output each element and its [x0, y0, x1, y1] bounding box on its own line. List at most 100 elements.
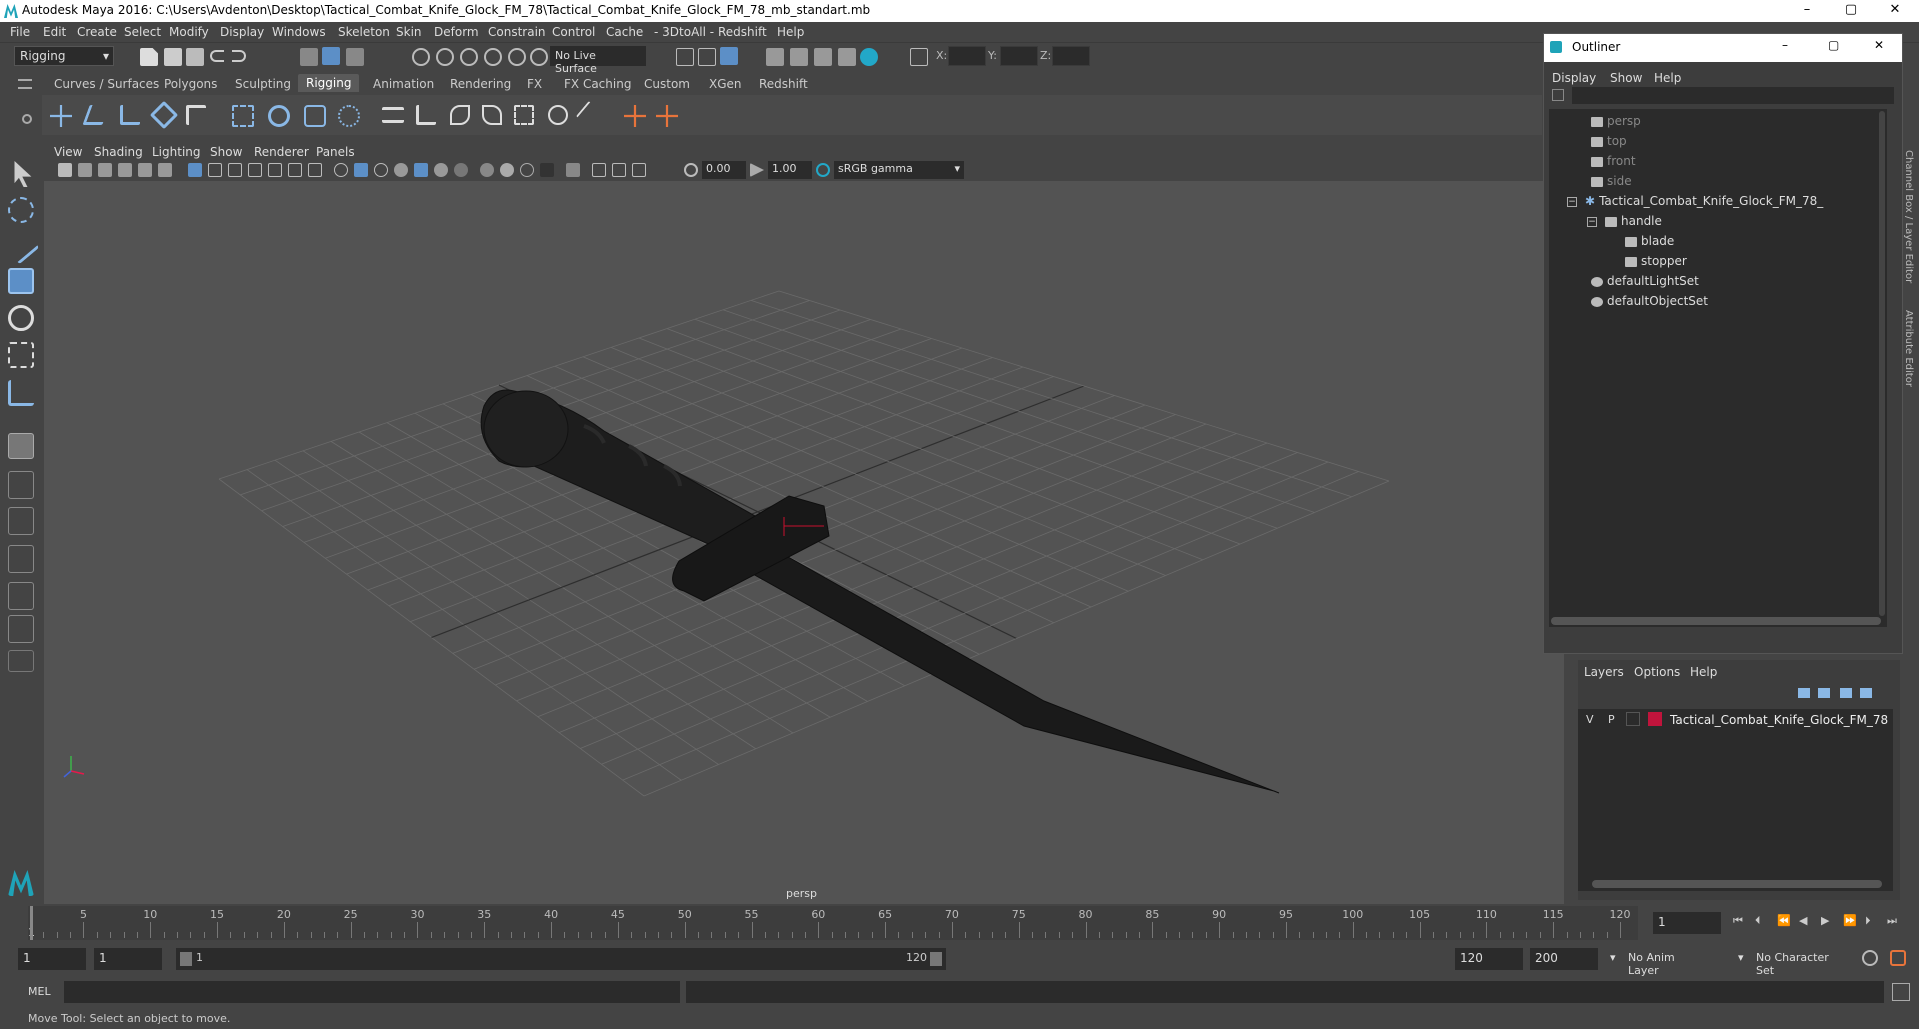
outliner-item-stopper[interactable]: stopper — [1625, 254, 1687, 272]
snap-grid-icon[interactable] — [412, 48, 430, 66]
transform-mode-icon[interactable] — [910, 48, 928, 66]
xray-joints-icon[interactable] — [592, 163, 606, 177]
outliner-item-knife-group[interactable]: − ✱ Tactical_Combat_Knife_Glock_FM_78_ — [1567, 194, 1823, 212]
layer-row[interactable]: V P Tactical_Combat_Knife_Glock_FM_78 — [1578, 709, 1893, 729]
outliner-item-default-object-set[interactable]: defaultObjectSet — [1591, 294, 1708, 312]
go-to-start-icon[interactable]: ⏮ — [1733, 914, 1743, 928]
backface-culling-icon[interactable] — [632, 163, 646, 177]
knife-pommel[interactable] — [483, 390, 569, 468]
orient-constraint-icon[interactable] — [482, 105, 502, 125]
time-slider[interactable]: 1 51015202530354045505560657075808590951… — [28, 906, 1638, 940]
gate-mask-icon[interactable] — [248, 163, 262, 177]
layout-stack-icon[interactable] — [8, 582, 34, 610]
new-layer-selected-icon[interactable] — [1860, 688, 1872, 698]
layers-scrollbar[interactable] — [1592, 880, 1882, 888]
outliner-menu-display[interactable]: Display — [1552, 71, 1596, 85]
redo-icon[interactable] — [232, 50, 246, 62]
menu-redshift[interactable]: Redshift — [718, 25, 767, 39]
anti-aliasing-icon[interactable] — [520, 163, 534, 177]
outliner-item-persp[interactable]: persp — [1591, 114, 1641, 132]
menu-help[interactable]: Help — [777, 25, 804, 39]
pole-vector-icon[interactable] — [575, 100, 605, 130]
ik-spline-icon[interactable] — [120, 105, 140, 125]
outliner-menu-help[interactable]: Help — [1654, 71, 1681, 85]
output-ops-icon[interactable] — [698, 48, 716, 66]
exposure-field[interactable]: 0.00 — [702, 161, 746, 179]
freeze-transform-icon[interactable] — [656, 105, 678, 127]
go-to-end-icon[interactable]: ⏭ — [1887, 914, 1897, 928]
current-time-indicator[interactable] — [30, 906, 33, 940]
point-constraint-icon[interactable] — [416, 105, 436, 125]
grease-pencil-icon[interactable] — [158, 163, 172, 177]
move-tool-icon[interactable] — [8, 268, 34, 294]
knife-model[interactable] — [480, 389, 1280, 794]
image-plane-icon[interactable] — [118, 163, 132, 177]
step-back-frame-icon[interactable]: ⏪ — [1777, 914, 1791, 927]
menu-file[interactable]: File — [10, 25, 30, 39]
menu-skin[interactable]: Skin — [396, 25, 422, 39]
layout-four-icon[interactable] — [8, 507, 34, 535]
ipr-render-icon[interactable] — [814, 48, 832, 66]
film-gate-icon[interactable] — [208, 163, 222, 177]
outliner-search-input[interactable] — [1572, 87, 1894, 104]
tab-fx[interactable]: FX — [527, 77, 542, 91]
2d-pan-icon[interactable] — [138, 163, 152, 177]
default-material-icon[interactable] — [374, 163, 388, 177]
shelf-menu-icon[interactable] — [18, 79, 32, 89]
ik-handle-icon[interactable] — [82, 105, 110, 125]
undo-icon[interactable] — [210, 50, 224, 62]
vertical-scrollbar[interactable] — [1879, 111, 1885, 616]
menu-constrain[interactable]: Constrain — [488, 25, 546, 39]
menu-skeleton[interactable]: Skeleton — [338, 25, 390, 39]
menu-display[interactable]: Display — [220, 25, 264, 39]
aim-constraint-icon[interactable] — [450, 105, 470, 125]
menu-control[interactable]: Control — [552, 25, 595, 39]
step-forward-frame-icon[interactable]: ⏩ — [1843, 914, 1857, 927]
color-space-select[interactable]: sRGB gamma ▾ — [834, 161, 964, 179]
layout-side-icon[interactable] — [8, 545, 34, 573]
motion-blur-icon[interactable] — [500, 163, 514, 177]
depth-of-field-icon[interactable] — [540, 163, 554, 177]
snap-point-icon[interactable] — [460, 48, 478, 66]
layers-menu-help[interactable]: Help — [1690, 665, 1717, 679]
maya-home-icon[interactable] — [8, 870, 34, 896]
save-scene-icon[interactable] — [186, 48, 204, 66]
wireframe-icon[interactable] — [334, 163, 348, 177]
new-scene-icon[interactable] — [140, 48, 158, 66]
current-frame-field[interactable]: 1 — [1653, 912, 1721, 934]
outliner-item-blade[interactable]: blade — [1625, 234, 1674, 252]
menu-deform[interactable]: Deform — [434, 25, 479, 39]
layer-color-swatch[interactable] — [1648, 712, 1662, 726]
animation-end-field[interactable]: 200 — [1530, 948, 1598, 970]
vp-menu-renderer[interactable]: Renderer — [254, 145, 309, 159]
paint-weights-icon[interactable] — [268, 105, 290, 127]
close-button[interactable]: ✕ — [1873, 0, 1917, 22]
outliner-minimize-button[interactable]: – — [1782, 38, 1788, 52]
playback-start-field[interactable]: 1 — [94, 948, 162, 970]
toolbox-more-icon[interactable] — [8, 650, 34, 672]
layer-playback-toggle[interactable]: P — [1608, 713, 1615, 726]
universal-manipulator-icon[interactable] — [8, 380, 34, 406]
xray-icon[interactable] — [414, 163, 428, 177]
tab-fx-caching[interactable]: FX Caching — [564, 77, 631, 91]
tab-rigging[interactable]: Rigging — [298, 74, 360, 92]
blend-shape-icon[interactable] — [382, 107, 404, 123]
menu-cache[interactable]: Cache — [606, 25, 643, 39]
safe-title-icon[interactable] — [308, 163, 322, 177]
render-current-icon[interactable] — [790, 48, 808, 66]
menu-3dtoall[interactable]: - 3DtoAll - — [654, 25, 714, 39]
step-forward-key-icon[interactable]: ⏵ — [1865, 914, 1871, 928]
gamma-field[interactable]: 1.00 — [768, 161, 812, 179]
outliner-item-top[interactable]: top — [1591, 134, 1627, 152]
attribute-editor-tab[interactable]: Attribute Editor — [1903, 310, 1914, 387]
character-set-select[interactable]: No Character Set ▾ — [1736, 948, 1862, 977]
menu-create[interactable]: Create — [77, 25, 117, 39]
preferences-icon[interactable] — [1890, 950, 1906, 966]
layer-display-type[interactable] — [1626, 712, 1640, 726]
soft-select-icon[interactable] — [8, 433, 34, 459]
vp-menu-show[interactable]: Show — [210, 145, 242, 159]
outliner-item-default-light-set[interactable]: defaultLightSet — [1591, 274, 1699, 292]
shadows-icon[interactable] — [454, 163, 468, 177]
hik-icon[interactable] — [149, 100, 179, 130]
range-end-handle[interactable] — [930, 952, 942, 966]
